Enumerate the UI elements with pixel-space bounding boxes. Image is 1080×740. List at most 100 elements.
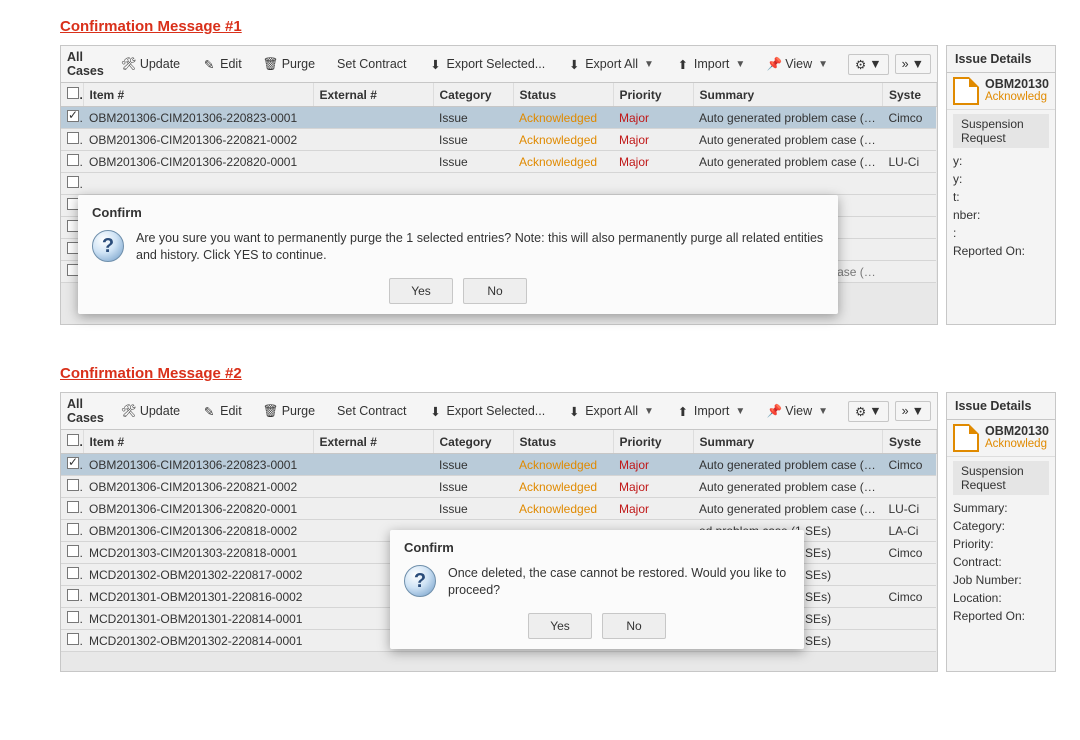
details-contract-label: Contract:	[947, 553, 1055, 571]
purge-button[interactable]: 🗑Purge	[256, 53, 323, 75]
cell: OBM201306-CIM201306-220820-0001	[83, 498, 313, 520]
details-title: Issue Details	[947, 393, 1055, 420]
no-button[interactable]: No	[602, 613, 666, 639]
cell: Acknowledged	[513, 129, 613, 151]
table-row[interactable]: OBM201306-CIM201306-220823-0001IssueAckn…	[61, 454, 936, 476]
cell	[313, 151, 433, 173]
col-status[interactable]: Status	[513, 430, 613, 454]
purge-label: Purge	[282, 404, 315, 418]
caret-down-icon: ▼	[869, 57, 881, 71]
cell	[882, 173, 936, 195]
col-external[interactable]: External #	[313, 83, 433, 107]
col-category[interactable]: Category	[433, 430, 513, 454]
table-row[interactable]: OBM201306-CIM201306-220821-0002IssueAckn…	[61, 129, 936, 151]
col-checkbox[interactable]	[61, 83, 83, 107]
table-row[interactable]: OBM201306-CIM201306-220823-0001IssueAckn…	[61, 107, 936, 129]
update-button[interactable]: 🛠Update	[114, 400, 188, 422]
more-icon: »	[902, 404, 909, 418]
col-external[interactable]: External #	[313, 430, 433, 454]
cell: OBM201306-CIM201306-220823-0001	[83, 454, 313, 476]
yes-button[interactable]: Yes	[389, 278, 453, 304]
more-button[interactable]: »▼	[895, 54, 931, 74]
confirm-dialog: Confirm ? Are you sure you want to perma…	[78, 195, 838, 314]
table-row[interactable]	[61, 173, 936, 195]
export-all-button[interactable]: ⬇Export All▼	[559, 400, 662, 422]
col-checkbox[interactable]	[61, 430, 83, 454]
table-row[interactable]: OBM201306-CIM201306-220820-0001IssueAckn…	[61, 151, 936, 173]
col-item[interactable]: Item #	[83, 430, 313, 454]
edit-button[interactable]: ✎Edit	[194, 53, 250, 75]
cell: Cimco	[882, 454, 936, 476]
view-button[interactable]: 📌View▼	[759, 53, 836, 75]
row-checkbox[interactable]	[67, 154, 79, 166]
row-checkbox[interactable]	[67, 523, 79, 535]
row-checkbox[interactable]	[67, 567, 79, 579]
yes-button[interactable]: Yes	[528, 613, 592, 639]
cell	[61, 476, 83, 498]
col-summary[interactable]: Summary	[693, 430, 882, 454]
row-checkbox[interactable]	[67, 479, 79, 491]
edit-button[interactable]: ✎Edit	[194, 400, 250, 422]
more-button[interactable]: »▼	[895, 401, 931, 421]
confirm-dialog: Confirm ? Once deleted, the case cannot …	[390, 530, 804, 649]
caret-down-icon: ▼	[735, 59, 745, 70]
set-contract-button[interactable]: Set Contract	[329, 53, 414, 75]
settings-button[interactable]: ⚙▼	[848, 54, 889, 75]
row-checkbox[interactable]	[67, 457, 79, 469]
no-button[interactable]: No	[463, 278, 527, 304]
row-checkbox[interactable]	[67, 589, 79, 601]
export-selected-button[interactable]: ⬇Export Selected...	[421, 53, 554, 75]
cell: Cimco	[882, 586, 936, 608]
row-checkbox[interactable]	[67, 110, 79, 122]
row-checkbox[interactable]	[67, 633, 79, 645]
details-item-header: OBM20130 Acknowledg	[947, 420, 1055, 457]
col-status[interactable]: Status	[513, 83, 613, 107]
pin-icon: 📌	[767, 404, 781, 418]
settings-button[interactable]: ⚙▼	[848, 401, 889, 422]
details-location-label: Location:	[947, 589, 1055, 607]
export-selected-button[interactable]: ⬇Export Selected...	[421, 400, 554, 422]
toolbar-title: All Cases	[67, 397, 104, 425]
cell: Auto generated problem case (1 SEs)	[693, 151, 882, 173]
col-priority[interactable]: Priority	[613, 430, 693, 454]
cell: Acknowledged	[513, 107, 613, 129]
row-checkbox[interactable]	[67, 132, 79, 144]
import-button[interactable]: ⬆Import▼	[668, 400, 753, 422]
purge-button[interactable]: 🗑 Purge	[256, 400, 323, 422]
row-checkbox[interactable]	[67, 545, 79, 557]
details-tag: Suspension Request	[953, 114, 1049, 148]
details-item-code: OBM20130	[985, 424, 1049, 438]
details-title: Issue Details	[947, 46, 1055, 73]
col-category[interactable]: Category	[433, 83, 513, 107]
col-system[interactable]: Syste	[882, 430, 936, 454]
table-row[interactable]: OBM201306-CIM201306-220820-0001IssueAckn…	[61, 498, 936, 520]
trash-icon: 🗑	[264, 57, 278, 71]
caret-down-icon: ▼	[869, 404, 881, 418]
export-icon: ⬇	[429, 57, 443, 71]
view-button[interactable]: 📌View▼	[759, 400, 836, 422]
set-contract-button[interactable]: Set Contract	[329, 400, 414, 422]
table-row[interactable]: OBM201306-CIM201306-220821-0002IssueAckn…	[61, 476, 936, 498]
export-icon: ⬇	[429, 404, 443, 418]
col-summary[interactable]: Summary	[693, 83, 882, 107]
col-item[interactable]: Item #	[83, 83, 313, 107]
update-button[interactable]: 🛠Update	[114, 53, 188, 75]
row-checkbox[interactable]	[67, 501, 79, 513]
col-priority[interactable]: Priority	[613, 83, 693, 107]
export-all-button[interactable]: ⬇Export All▼	[559, 53, 662, 75]
export-icon: ⬇	[567, 57, 581, 71]
col-system[interactable]: Syste	[882, 83, 936, 107]
import-button[interactable]: ⬆Import▼	[668, 53, 753, 75]
trash-icon: 🗑	[264, 404, 278, 418]
caret-down-icon: ▼	[735, 406, 745, 417]
export-all-label: Export All	[585, 404, 638, 418]
cell	[882, 476, 936, 498]
section-heading-1: Confirmation Message #1	[60, 18, 1020, 35]
export-icon: ⬇	[567, 404, 581, 418]
cell	[313, 454, 433, 476]
row-checkbox[interactable]	[67, 611, 79, 623]
cell: LU-Ci	[882, 498, 936, 520]
edit-label: Edit	[220, 404, 242, 418]
row-checkbox[interactable]	[67, 176, 79, 188]
toolbar-title: All Cases	[67, 50, 104, 78]
